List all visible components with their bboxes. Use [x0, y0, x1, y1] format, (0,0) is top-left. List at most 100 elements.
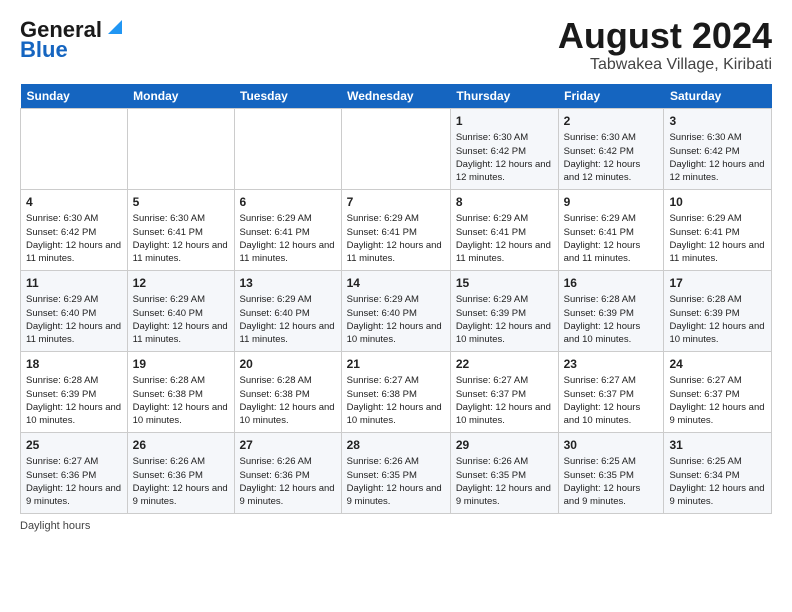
day-info: Daylight: 12 hours and 12 minutes.	[564, 158, 659, 185]
day-number: 23	[564, 356, 659, 373]
day-info: Sunrise: 6:29 AM	[240, 293, 336, 306]
day-info: Daylight: 12 hours and 10 minutes.	[347, 320, 445, 347]
daylight-label: Daylight hours	[20, 520, 90, 532]
day-number: 5	[133, 194, 229, 211]
day-info: Sunset: 6:42 PM	[669, 145, 766, 158]
calendar-header-row: Sunday Monday Tuesday Wednesday Thursday…	[21, 84, 772, 109]
col-friday: Friday	[558, 84, 664, 109]
day-info: Sunrise: 6:29 AM	[669, 212, 766, 225]
day-info: Sunrise: 6:29 AM	[564, 212, 659, 225]
table-row: 22Sunrise: 6:27 AMSunset: 6:37 PMDayligh…	[450, 351, 558, 432]
day-number: 12	[133, 275, 229, 292]
day-info: Daylight: 12 hours and 11 minutes.	[564, 239, 659, 266]
day-info: Sunrise: 6:29 AM	[456, 212, 553, 225]
calendar-week-row: 25Sunrise: 6:27 AMSunset: 6:36 PMDayligh…	[21, 432, 772, 513]
day-info: Sunset: 6:36 PM	[240, 469, 336, 482]
day-info: Sunrise: 6:28 AM	[26, 374, 122, 387]
day-info: Sunset: 6:42 PM	[564, 145, 659, 158]
table-row: 20Sunrise: 6:28 AMSunset: 6:38 PMDayligh…	[234, 351, 341, 432]
day-info: Sunrise: 6:27 AM	[564, 374, 659, 387]
table-row: 25Sunrise: 6:27 AMSunset: 6:36 PMDayligh…	[21, 432, 128, 513]
table-row: 21Sunrise: 6:27 AMSunset: 6:38 PMDayligh…	[341, 351, 450, 432]
table-row: 24Sunrise: 6:27 AMSunset: 6:37 PMDayligh…	[664, 351, 772, 432]
table-row: 14Sunrise: 6:29 AMSunset: 6:40 PMDayligh…	[341, 270, 450, 351]
day-info: Sunrise: 6:28 AM	[240, 374, 336, 387]
day-info: Sunset: 6:39 PM	[564, 307, 659, 320]
day-info: Daylight: 12 hours and 12 minutes.	[456, 158, 553, 185]
day-info: Sunrise: 6:30 AM	[456, 131, 553, 144]
day-number: 10	[669, 194, 766, 211]
table-row	[21, 108, 128, 189]
table-row: 17Sunrise: 6:28 AMSunset: 6:39 PMDayligh…	[664, 270, 772, 351]
day-info: Sunset: 6:35 PM	[564, 469, 659, 482]
day-info: Daylight: 12 hours and 11 minutes.	[240, 239, 336, 266]
col-saturday: Saturday	[664, 84, 772, 109]
col-monday: Monday	[127, 84, 234, 109]
logo: General Blue	[20, 16, 126, 63]
day-info: Sunrise: 6:28 AM	[669, 293, 766, 306]
day-info: Daylight: 12 hours and 10 minutes.	[456, 320, 553, 347]
calendar-week-row: 18Sunrise: 6:28 AMSunset: 6:39 PMDayligh…	[21, 351, 772, 432]
day-info: Sunset: 6:38 PM	[133, 388, 229, 401]
day-info: Daylight: 12 hours and 11 minutes.	[26, 239, 122, 266]
day-number: 15	[456, 275, 553, 292]
day-info: Daylight: 12 hours and 9 minutes.	[347, 482, 445, 509]
day-info: Sunrise: 6:27 AM	[26, 455, 122, 468]
day-info: Sunrise: 6:25 AM	[564, 455, 659, 468]
day-info: Daylight: 12 hours and 9 minutes.	[240, 482, 336, 509]
day-info: Sunset: 6:40 PM	[133, 307, 229, 320]
day-info: Sunrise: 6:29 AM	[240, 212, 336, 225]
day-info: Daylight: 12 hours and 10 minutes.	[26, 401, 122, 428]
calendar-title: August 2024	[558, 16, 772, 56]
day-number: 31	[669, 437, 766, 454]
day-info: Sunrise: 6:26 AM	[347, 455, 445, 468]
day-info: Sunset: 6:41 PM	[133, 226, 229, 239]
day-info: Daylight: 12 hours and 10 minutes.	[240, 401, 336, 428]
day-info: Sunset: 6:36 PM	[133, 469, 229, 482]
day-number: 24	[669, 356, 766, 373]
table-row	[234, 108, 341, 189]
table-row: 6Sunrise: 6:29 AMSunset: 6:41 PMDaylight…	[234, 189, 341, 270]
day-info: Sunset: 6:38 PM	[347, 388, 445, 401]
day-info: Daylight: 12 hours and 10 minutes.	[133, 401, 229, 428]
calendar-week-row: 1Sunrise: 6:30 AMSunset: 6:42 PMDaylight…	[21, 108, 772, 189]
day-number: 30	[564, 437, 659, 454]
day-info: Sunset: 6:37 PM	[669, 388, 766, 401]
day-info: Sunset: 6:35 PM	[347, 469, 445, 482]
table-row: 9Sunrise: 6:29 AMSunset: 6:41 PMDaylight…	[558, 189, 664, 270]
day-info: Daylight: 12 hours and 11 minutes.	[240, 320, 336, 347]
day-number: 21	[347, 356, 445, 373]
day-info: Sunrise: 6:28 AM	[564, 293, 659, 306]
day-info: Sunrise: 6:29 AM	[26, 293, 122, 306]
table-row: 8Sunrise: 6:29 AMSunset: 6:41 PMDaylight…	[450, 189, 558, 270]
day-number: 1	[456, 113, 553, 130]
logo-blue: Blue	[20, 37, 68, 63]
day-info: Sunrise: 6:26 AM	[456, 455, 553, 468]
col-wednesday: Wednesday	[341, 84, 450, 109]
day-info: Sunrise: 6:27 AM	[347, 374, 445, 387]
day-info: Sunset: 6:41 PM	[564, 226, 659, 239]
day-info: Sunrise: 6:30 AM	[669, 131, 766, 144]
table-row	[127, 108, 234, 189]
day-info: Sunrise: 6:29 AM	[456, 293, 553, 306]
day-info: Sunset: 6:39 PM	[669, 307, 766, 320]
day-info: Sunset: 6:37 PM	[456, 388, 553, 401]
day-info: Sunset: 6:41 PM	[347, 226, 445, 239]
table-row: 15Sunrise: 6:29 AMSunset: 6:39 PMDayligh…	[450, 270, 558, 351]
day-info: Daylight: 12 hours and 10 minutes.	[347, 401, 445, 428]
day-info: Sunset: 6:41 PM	[669, 226, 766, 239]
day-number: 13	[240, 275, 336, 292]
day-info: Daylight: 12 hours and 11 minutes.	[669, 239, 766, 266]
day-info: Sunset: 6:36 PM	[26, 469, 122, 482]
day-number: 3	[669, 113, 766, 130]
day-number: 20	[240, 356, 336, 373]
day-number: 11	[26, 275, 122, 292]
day-info: Daylight: 12 hours and 11 minutes.	[133, 320, 229, 347]
day-info: Daylight: 12 hours and 12 minutes.	[669, 158, 766, 185]
col-thursday: Thursday	[450, 84, 558, 109]
day-info: Sunrise: 6:27 AM	[669, 374, 766, 387]
table-row: 23Sunrise: 6:27 AMSunset: 6:37 PMDayligh…	[558, 351, 664, 432]
day-number: 25	[26, 437, 122, 454]
table-row: 18Sunrise: 6:28 AMSunset: 6:39 PMDayligh…	[21, 351, 128, 432]
table-row: 4Sunrise: 6:30 AMSunset: 6:42 PMDaylight…	[21, 189, 128, 270]
